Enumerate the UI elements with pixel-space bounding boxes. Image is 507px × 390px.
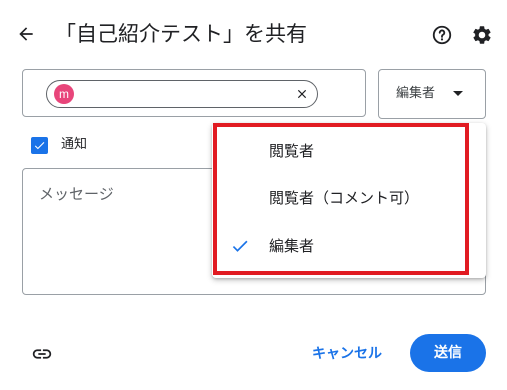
settings-button[interactable] <box>469 22 495 48</box>
role-select-label: 編集者 <box>396 86 436 101</box>
checkmark-icon <box>34 142 45 150</box>
remove-person-button[interactable] <box>293 85 311 103</box>
notify-checkbox[interactable] <box>31 137 48 154</box>
person-chip[interactable]: m <box>46 80 318 108</box>
notify-label: 通知 <box>61 137 88 152</box>
menu-item-label: 閲覧者（コメント可） <box>269 189 420 207</box>
menu-item-commenter[interactable]: 閲覧者（コメント可） <box>212 176 486 220</box>
back-button[interactable] <box>10 18 42 50</box>
help-button[interactable] <box>429 22 455 48</box>
dialog-title: 「自己紹介テスト」を共有 <box>55 22 307 46</box>
copy-link-button[interactable] <box>28 340 56 368</box>
caret-down-icon <box>453 91 463 96</box>
message-placeholder: メッセージ <box>39 185 114 203</box>
role-select[interactable]: 編集者 <box>378 69 486 119</box>
link-icon <box>32 349 52 359</box>
send-button[interactable]: 送信 <box>410 334 486 372</box>
role-menu: 閲覧者 閲覧者（コメント可） 編集者 <box>212 123 486 278</box>
arrow-back-icon <box>19 27 33 41</box>
cancel-button[interactable]: キャンセル <box>302 336 392 372</box>
gear-icon <box>473 26 491 44</box>
help-circle-icon <box>432 25 452 45</box>
people-input[interactable]: m <box>22 69 366 117</box>
menu-item-label: 編集者 <box>269 237 315 255</box>
check-icon <box>230 236 250 256</box>
menu-item-editor[interactable]: 編集者 <box>212 224 486 268</box>
menu-item-viewer[interactable]: 閲覧者 <box>212 129 486 173</box>
share-dialog: 「自己紹介テスト」を共有 m 編集者 通知 メッセージ キャンセル 送信 閲覧者… <box>0 0 507 390</box>
close-icon <box>297 89 307 99</box>
menu-item-label: 閲覧者 <box>269 142 315 160</box>
avatar: m <box>54 84 74 104</box>
